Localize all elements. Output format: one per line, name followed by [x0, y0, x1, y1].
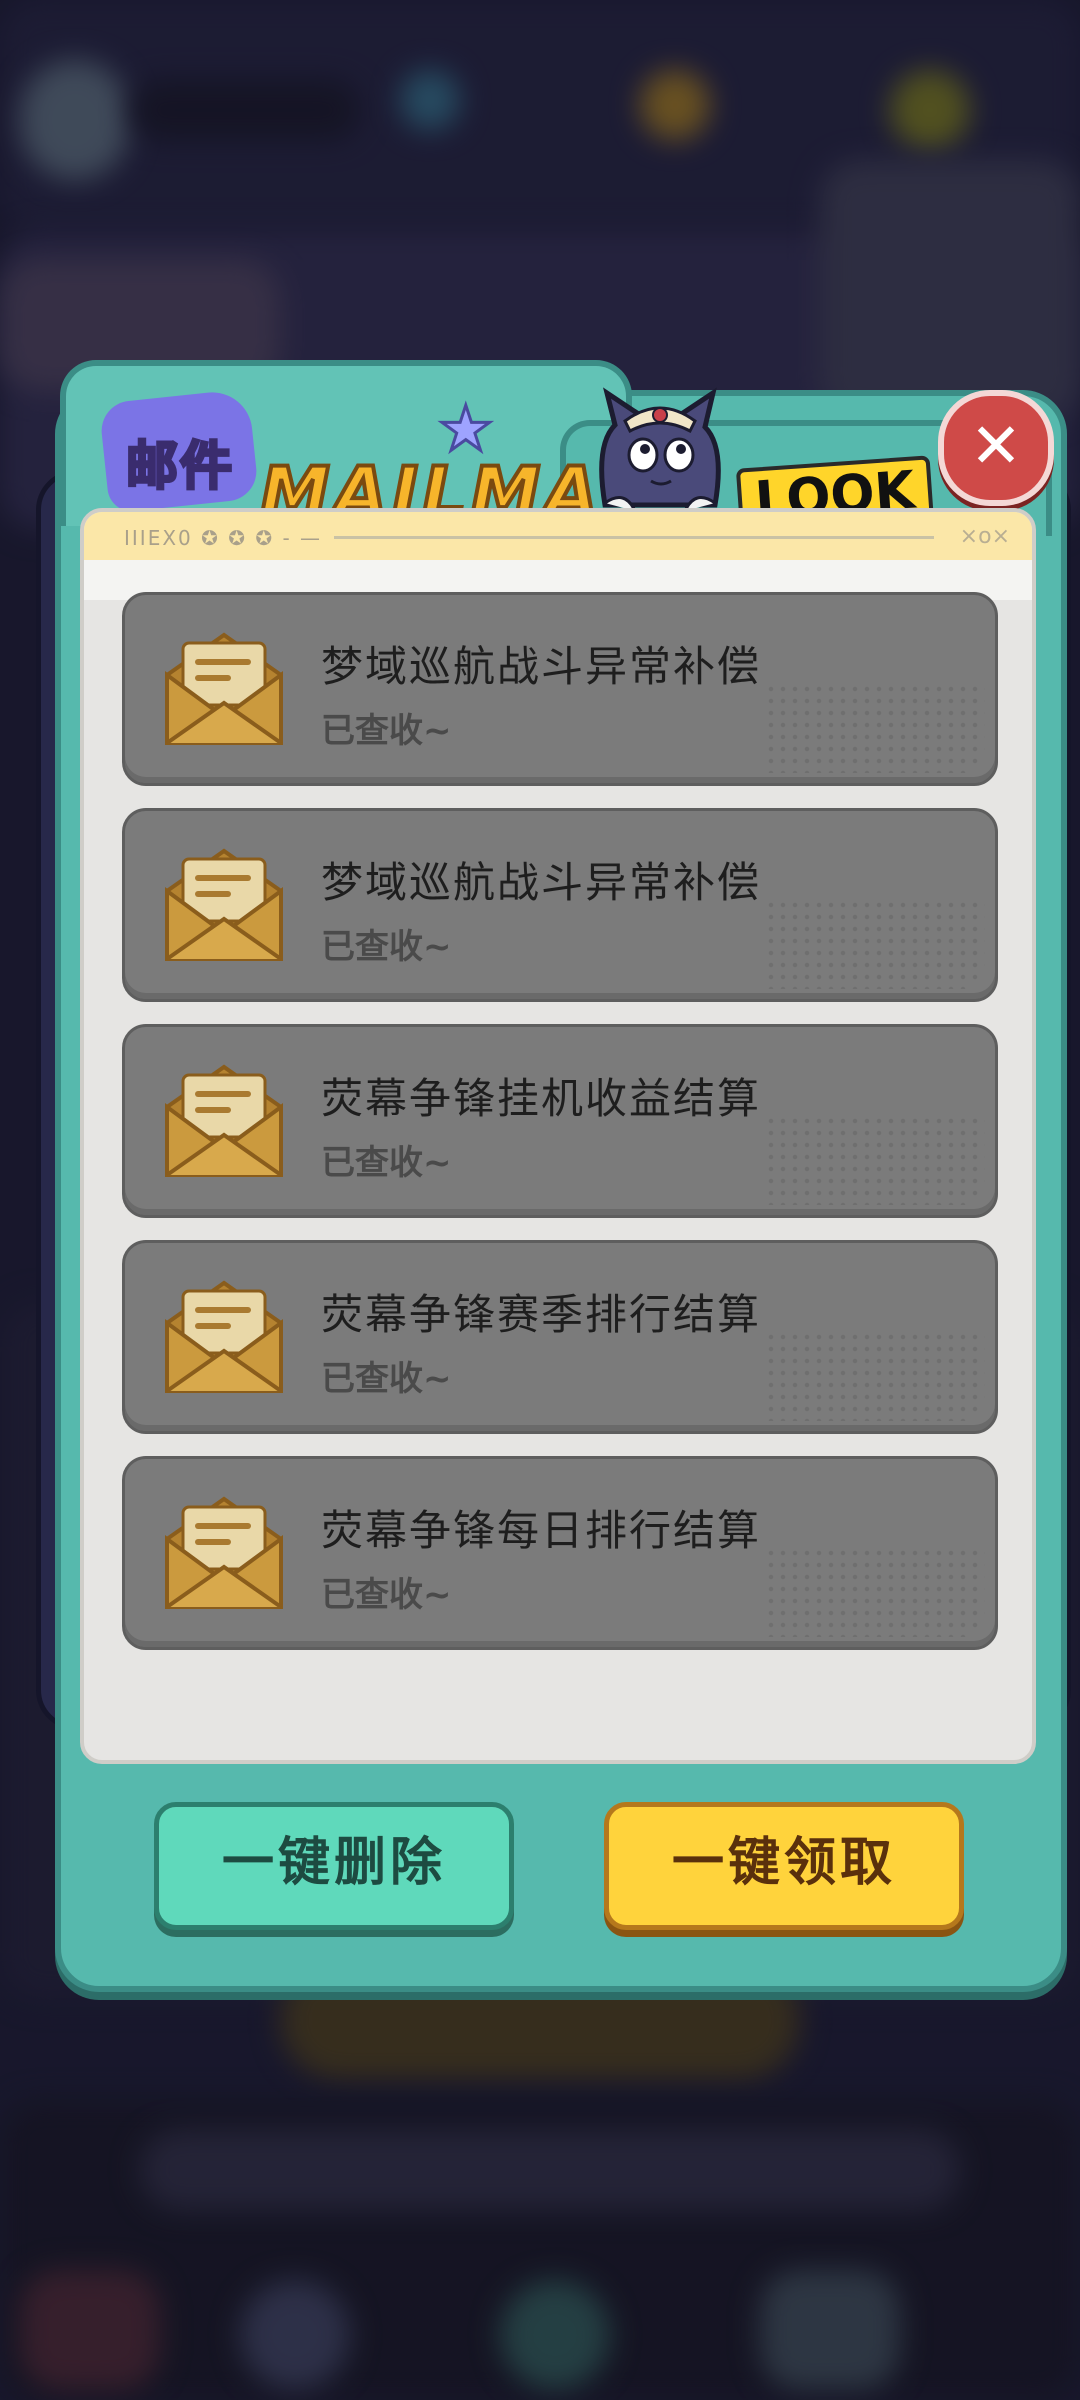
open-envelope-icon — [165, 1064, 283, 1177]
mail-item[interactable]: 荧幕争锋挂机收益结算 已查收~ — [122, 1024, 998, 1218]
mail-item[interactable]: 荧幕争锋赛季排行结算 已查收~ — [122, 1240, 998, 1434]
mail-list: 梦域巡航战斗异常补偿 已查收~ 梦域巡航战斗异常补偿 已查收~ 荧幕争锋挂机收益… — [122, 592, 998, 1672]
mail-status: 已查收~ — [321, 1575, 452, 1615]
dot-pattern — [765, 1115, 985, 1205]
open-envelope-icon — [165, 1496, 283, 1609]
mail-title: 荧幕争锋挂机收益结算 — [321, 1074, 762, 1123]
mail-dialog: 邮件 MAILMA ★ LOOK ✕ IIIEX0 ✪ ✪ ✪ - — ×o× — [0, 0, 1080, 2400]
star-icon: ★ — [437, 391, 496, 467]
mail-item[interactable]: 梦域巡航战斗异常补偿 已查收~ — [122, 808, 998, 1002]
mail-title: 荧幕争锋每日排行结算 — [321, 1506, 762, 1555]
close-button[interactable]: ✕ — [938, 390, 1054, 506]
delete-all-button[interactable]: 一键删除 — [154, 1802, 514, 1930]
open-envelope-icon — [165, 1280, 283, 1393]
dot-pattern — [765, 1331, 985, 1421]
mail-title: 梦域巡航战斗异常补偿 — [321, 858, 762, 907]
panel-deco-right: ×o× — [959, 524, 1010, 549]
mail-status: 已查收~ — [321, 927, 452, 967]
mail-status: 已查收~ — [321, 1143, 452, 1183]
mail-status: 已查收~ — [321, 711, 452, 751]
panel-divider — [334, 536, 934, 539]
mail-list-panel: IIIEX0 ✪ ✪ ✪ - — ×o× 梦域巡航战斗异常补偿 已查收~ 梦域巡… — [80, 508, 1036, 1764]
dot-pattern — [765, 683, 985, 773]
mail-item[interactable]: 荧幕争锋每日排行结算 已查收~ — [122, 1456, 998, 1650]
mail-item[interactable]: 梦域巡航战斗异常补偿 已查收~ — [122, 592, 998, 786]
panel-deco-left: IIIEX0 ✪ ✪ ✪ - — — [124, 526, 323, 550]
claim-all-button[interactable]: 一键领取 — [604, 1802, 964, 1930]
dialog-title: 邮件 — [124, 436, 235, 499]
mail-status: 已查收~ — [321, 1359, 452, 1399]
open-envelope-icon — [165, 848, 283, 961]
dot-pattern — [765, 899, 985, 989]
open-envelope-icon — [165, 632, 283, 745]
mail-title: 荧幕争锋赛季排行结算 — [321, 1290, 762, 1339]
mail-title: 梦域巡航战斗异常补偿 — [321, 642, 762, 691]
dot-pattern — [765, 1547, 985, 1637]
panel-top-strip: IIIEX0 ✪ ✪ ✪ - — ×o× — [84, 512, 1032, 560]
cat-mascot-icon — [599, 387, 721, 512]
